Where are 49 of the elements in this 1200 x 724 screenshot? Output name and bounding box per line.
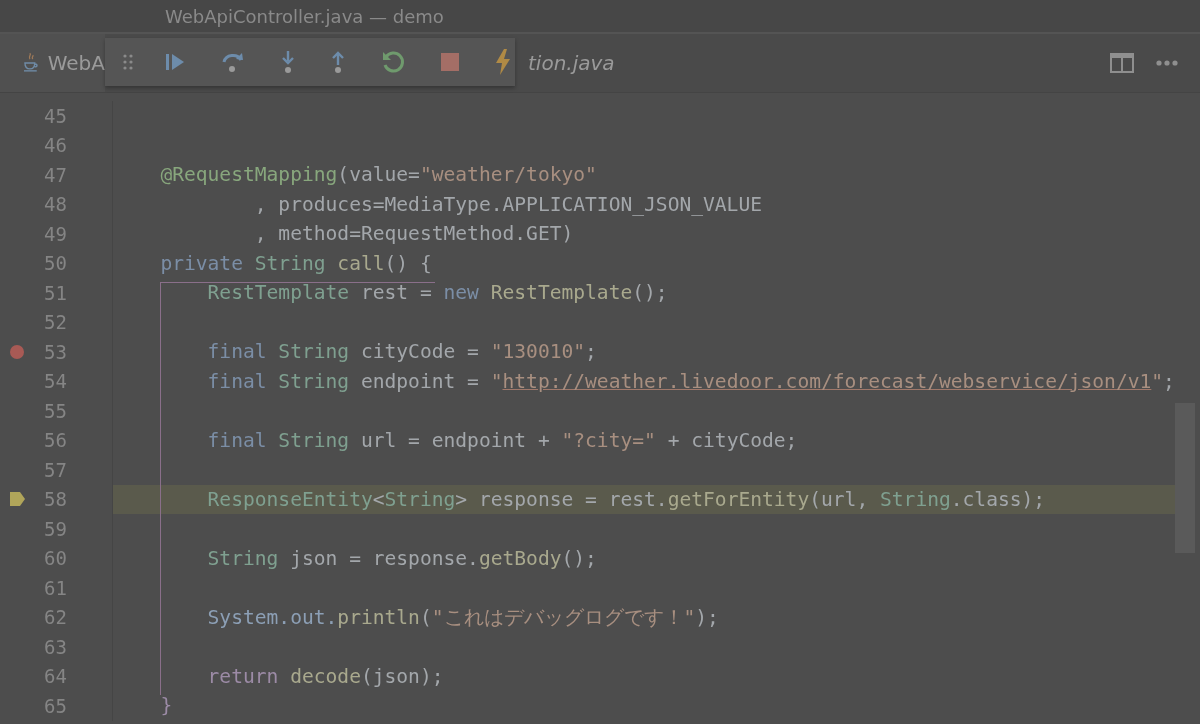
editor-tab[interactable]: tion.java — [515, 34, 631, 92]
more-icon[interactable] — [1156, 60, 1178, 66]
lightning-icon[interactable] — [495, 49, 511, 75]
code-line: String json = response.getBody(); — [206, 546, 597, 570]
line-number: 63 — [44, 635, 67, 658]
line-number: 60 — [44, 547, 67, 570]
line-number: 51 — [44, 281, 67, 304]
line-number: 50 — [44, 252, 67, 275]
code-line: final String url = endpoint + "?city=" + cityCode; — [206, 428, 798, 452]
code-line: RestTemplate rest = new RestTemplate(); — [206, 281, 668, 305]
line-number: 57 — [44, 458, 67, 481]
code-line: final String cityCode = "130010"; — [206, 340, 597, 364]
code-line: @RequestMapping(value="weather/tokyo" — [159, 163, 597, 187]
line-number: 55 — [44, 399, 67, 422]
line-number: 59 — [44, 517, 67, 540]
line-number: 53 — [44, 340, 67, 363]
code-line: ResponseEntity<String> response = rest.getForEntity(url, String.class); — [206, 487, 1046, 511]
code-line: final String endpoint = "http://weather.livedoor.com/forecast/webservice/json/v1"; — [206, 369, 1175, 393]
code-line: private String call() { — [159, 251, 432, 275]
code-line: System.out.println("これはデバッグログです！"); — [206, 604, 719, 631]
line-number: 62 — [44, 606, 67, 629]
line-number: 56 — [44, 429, 67, 452]
step-out-icon[interactable] — [331, 51, 345, 73]
step-over-icon[interactable] — [221, 51, 245, 73]
line-number: 61 — [44, 576, 67, 599]
split-view-icon[interactable] — [1110, 53, 1134, 73]
line-number: 48 — [44, 193, 67, 216]
code-line: , produces=MediaType.APPLICATION_JSON_VALUE — [253, 192, 762, 216]
line-number: 58 — [44, 488, 67, 511]
line-number: 45 — [44, 104, 67, 127]
line-number: 54 — [44, 370, 67, 393]
line-number: 65 — [44, 694, 67, 717]
line-number: 52 — [44, 311, 67, 334]
code-line: return decode(json); — [206, 664, 444, 688]
java-cup-icon — [22, 52, 40, 74]
window-title: WebApiController.java — demo — [165, 5, 444, 27]
rerun-icon[interactable] — [381, 50, 405, 74]
code-line: , method=RequestMethod.GET) — [253, 222, 574, 246]
drag-handle-icon[interactable] — [123, 54, 133, 70]
line-number: 64 — [44, 665, 67, 688]
editor-tab[interactable]: WebA — [0, 34, 105, 92]
resume-icon[interactable] — [165, 53, 185, 71]
execution-point-icon — [10, 492, 26, 507]
line-number: 49 — [44, 222, 67, 245]
line-number: 46 — [44, 134, 67, 157]
line-number: 47 — [44, 163, 67, 186]
code-line: } — [159, 694, 173, 718]
breakpoint-icon[interactable] — [10, 344, 24, 359]
step-into-icon[interactable] — [281, 51, 295, 73]
